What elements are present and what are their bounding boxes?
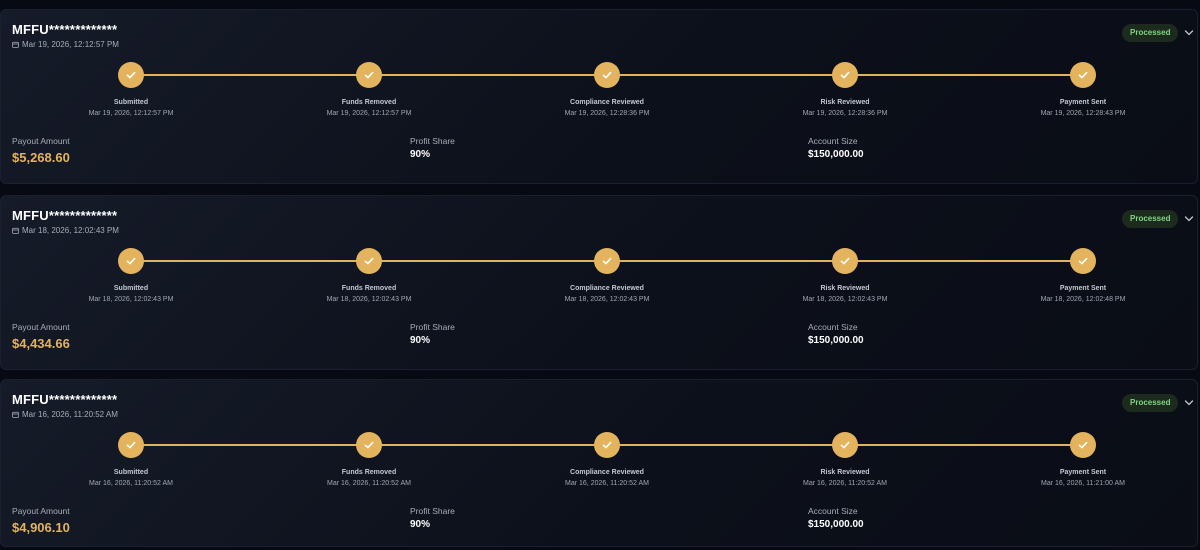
step-label: Payment Sent <box>1059 469 1107 476</box>
step-timestamp: Mar 16, 2026, 11:20:52 AM <box>327 480 411 487</box>
profit-share-value: 90% <box>410 149 431 160</box>
profit-share-label: Profit Share <box>410 506 455 516</box>
step-indicator <box>118 248 144 274</box>
step-indicator <box>1070 248 1096 274</box>
calendar-icon <box>12 227 19 234</box>
chevron-down-icon[interactable] <box>1184 399 1194 407</box>
check-icon <box>1078 441 1088 449</box>
check-icon <box>364 257 374 265</box>
step-timestamp: Mar 18, 2026, 12:02:48 PM <box>1040 296 1126 303</box>
account-size-label: Account Size <box>808 136 858 146</box>
step-label: Funds Removed <box>341 469 397 476</box>
step-timestamp: Mar 16, 2026, 11:20:52 AM <box>803 480 887 487</box>
payout-amount-label: Payout Amount <box>12 322 70 332</box>
step-indicator <box>356 432 382 458</box>
step-label: Funds Removed <box>341 285 397 292</box>
step-timestamp: Mar 19, 2026, 12:28:43 PM <box>1040 110 1126 117</box>
step-indicator <box>118 432 144 458</box>
step-indicator <box>594 248 620 274</box>
step-timestamp: Mar 18, 2026, 12:02:43 PM <box>88 296 174 303</box>
payout-date: Mar 18, 2026, 12:02:43 PM <box>12 226 119 235</box>
step-label: Risk Reviewed <box>820 469 870 476</box>
account-size-value: $150,000.00 <box>808 519 864 530</box>
step-indicator <box>356 248 382 274</box>
step-indicator <box>594 432 620 458</box>
profit-share-value: 90% <box>410 335 431 346</box>
check-icon <box>364 71 374 79</box>
step-timestamp: Mar 19, 2026, 12:12:57 PM <box>326 110 412 117</box>
payout-amount-value: $4,906.10 <box>12 520 70 535</box>
check-icon <box>126 257 136 265</box>
step-timestamp: Mar 18, 2026, 12:02:43 PM <box>564 296 650 303</box>
step-timestamp: Mar 18, 2026, 12:02:43 PM <box>802 296 888 303</box>
check-icon <box>840 441 850 449</box>
check-icon <box>602 257 612 265</box>
chevron-down-icon[interactable] <box>1184 215 1194 223</box>
step-timestamp: Mar 16, 2026, 11:20:52 AM <box>565 480 649 487</box>
step-indicator <box>1070 432 1096 458</box>
step-timestamp: Mar 18, 2026, 12:02:43 PM <box>326 296 412 303</box>
status-badge: Processed <box>1122 24 1179 42</box>
step-label: Payment Sent <box>1059 285 1107 292</box>
check-icon <box>840 257 850 265</box>
step-label: Payment Sent <box>1059 99 1107 106</box>
step-indicator <box>832 432 858 458</box>
step-label: Risk Reviewed <box>820 285 870 292</box>
payout-card: MFFU************* Mar 19, 2026, 12:12:57 … <box>0 9 1198 184</box>
payout-amount-value: $4,434.66 <box>12 336 70 351</box>
payout-date-text: Mar 18, 2026, 12:02:43 PM <box>22 226 119 235</box>
payout-card: MFFU************* Mar 18, 2026, 12:02:43 … <box>0 195 1198 370</box>
step-label: Submitted <box>113 469 149 476</box>
step-indicator <box>1070 62 1096 88</box>
payout-amount-value: $5,268.60 <box>12 150 70 165</box>
calendar-icon <box>12 411 19 418</box>
check-icon <box>840 71 850 79</box>
check-icon <box>1078 257 1088 265</box>
account-id: MFFU************* <box>12 392 118 407</box>
check-icon <box>602 71 612 79</box>
payout-amount-label: Payout Amount <box>12 506 70 516</box>
profit-share-label: Profit Share <box>410 322 455 332</box>
step-indicator <box>594 62 620 88</box>
step-timestamp: Mar 16, 2026, 11:20:52 AM <box>89 480 173 487</box>
step-label: Submitted <box>113 99 149 106</box>
check-icon <box>602 441 612 449</box>
payout-amount-label: Payout Amount <box>12 136 70 146</box>
payout-date-text: Mar 19, 2026, 12:12:57 PM <box>22 40 119 49</box>
step-timestamp: Mar 16, 2026, 11:21:00 AM <box>1041 480 1125 487</box>
profit-share-label: Profit Share <box>410 136 455 146</box>
step-label: Funds Removed <box>341 99 397 106</box>
check-icon <box>1078 71 1088 79</box>
chevron-down-icon[interactable] <box>1184 29 1194 37</box>
step-indicator <box>832 62 858 88</box>
step-label: Risk Reviewed <box>820 99 870 106</box>
step-label: Compliance Reviewed <box>570 285 644 292</box>
profit-share-value: 90% <box>410 519 431 530</box>
step-indicator <box>832 248 858 274</box>
status-badge: Processed <box>1122 210 1179 228</box>
step-label: Submitted <box>113 285 149 292</box>
account-size-value: $150,000.00 <box>808 335 864 346</box>
check-icon <box>126 441 136 449</box>
check-icon <box>364 441 374 449</box>
step-label: Compliance Reviewed <box>570 99 644 106</box>
step-label: Compliance Reviewed <box>570 469 644 476</box>
account-size-label: Account Size <box>808 322 858 332</box>
account-id: MFFU************* <box>12 22 118 37</box>
step-timestamp: Mar 19, 2026, 12:28:36 PM <box>802 110 888 117</box>
status-badge: Processed <box>1122 394 1179 412</box>
payout-date: Mar 19, 2026, 12:12:57 PM <box>12 40 119 49</box>
step-timestamp: Mar 19, 2026, 12:28:36 PM <box>564 110 650 117</box>
step-indicator <box>356 62 382 88</box>
account-size-label: Account Size <box>808 506 858 516</box>
check-icon <box>126 71 136 79</box>
account-id: MFFU************* <box>12 208 118 223</box>
account-size-value: $150,000.00 <box>808 149 864 160</box>
calendar-icon <box>12 41 19 48</box>
payout-date: Mar 16, 2026, 11:20:52 AM <box>12 410 118 419</box>
payout-date-text: Mar 16, 2026, 11:20:52 AM <box>22 410 118 419</box>
step-indicator <box>118 62 144 88</box>
payout-card: MFFU************* Mar 16, 2026, 11:20:52 … <box>0 379 1198 547</box>
step-timestamp: Mar 19, 2026, 12:12:57 PM <box>88 110 174 117</box>
